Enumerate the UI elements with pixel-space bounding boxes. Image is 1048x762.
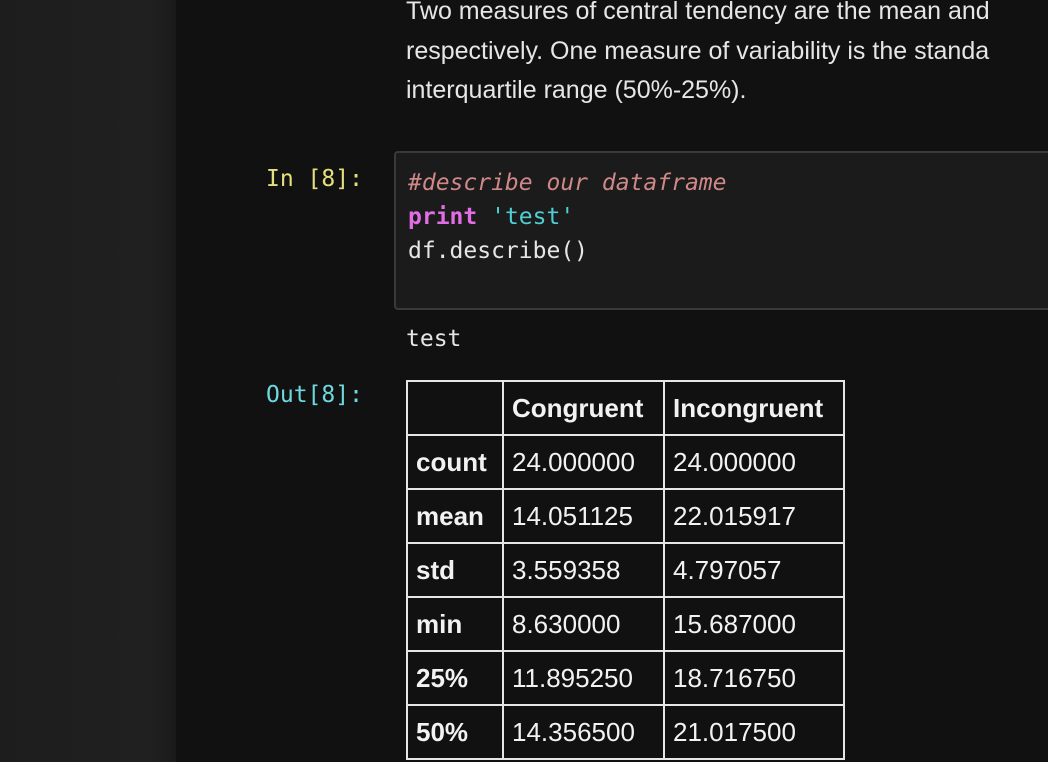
output-prompt: Out[8]: (266, 382, 363, 408)
table-cell: 22.015917 (663, 488, 845, 544)
row-label: count (406, 434, 504, 490)
table-row: min 8.630000 15.687000 (406, 596, 845, 652)
table-cell: 21.017500 (663, 704, 845, 760)
markdown-line: Two measures of central tendency are the… (406, 0, 990, 25)
table-cell: 24.000000 (502, 434, 665, 490)
notebook-page: Two measures of central tendency are the… (0, 0, 1048, 762)
table-cell: 4.797057 (663, 542, 845, 598)
stdout-output: test (406, 326, 462, 352)
table-row: count 24.000000 24.000000 (406, 434, 845, 490)
row-label: mean (406, 488, 504, 544)
table-cell: 14.356500 (502, 704, 665, 760)
input-prompt: In [8]: (266, 166, 363, 192)
table-cell: 11.895250 (502, 650, 665, 706)
table-row: std 3.559358 4.797057 (406, 542, 845, 598)
row-label: std (406, 542, 504, 598)
column-header: Congruent (502, 380, 665, 436)
table-cell: 8.630000 (502, 596, 665, 652)
left-gutter (0, 0, 176, 762)
row-label: min (406, 596, 504, 652)
code-comment: #describe our dataframe (408, 170, 727, 196)
column-header: Incongruent (663, 380, 845, 436)
code-call: df.describe() (408, 238, 589, 264)
dataframe-table: Congruent Incongruent count 24.000000 24… (406, 380, 845, 760)
table-cell: 14.051125 (502, 488, 665, 544)
markdown-cell[interactable]: Two measures of central tendency are the… (406, 0, 1048, 111)
row-label: 50% (406, 704, 504, 760)
table-row: 25% 11.895250 18.716750 (406, 650, 845, 706)
row-label: 25% (406, 650, 504, 706)
table-cell: 24.000000 (663, 434, 845, 490)
table-header-row: Congruent Incongruent (406, 380, 845, 436)
markdown-line: interquartile range (50%-25%). (406, 76, 747, 104)
table-cell: 15.687000 (663, 596, 845, 652)
table-row: 50% 14.356500 21.017500 (406, 704, 845, 760)
table-cell: 18.716750 (663, 650, 845, 706)
code-string: 'test' (491, 204, 575, 230)
table-corner-cell (406, 380, 504, 436)
table-cell: 3.559358 (502, 542, 665, 598)
code-keyword: print (408, 204, 478, 230)
code-text[interactable]: #describe our dataframe print 'test' df.… (408, 166, 727, 268)
markdown-line: respectively. One measure of variability… (406, 36, 990, 65)
table-row: mean 14.051125 22.015917 (406, 488, 845, 544)
